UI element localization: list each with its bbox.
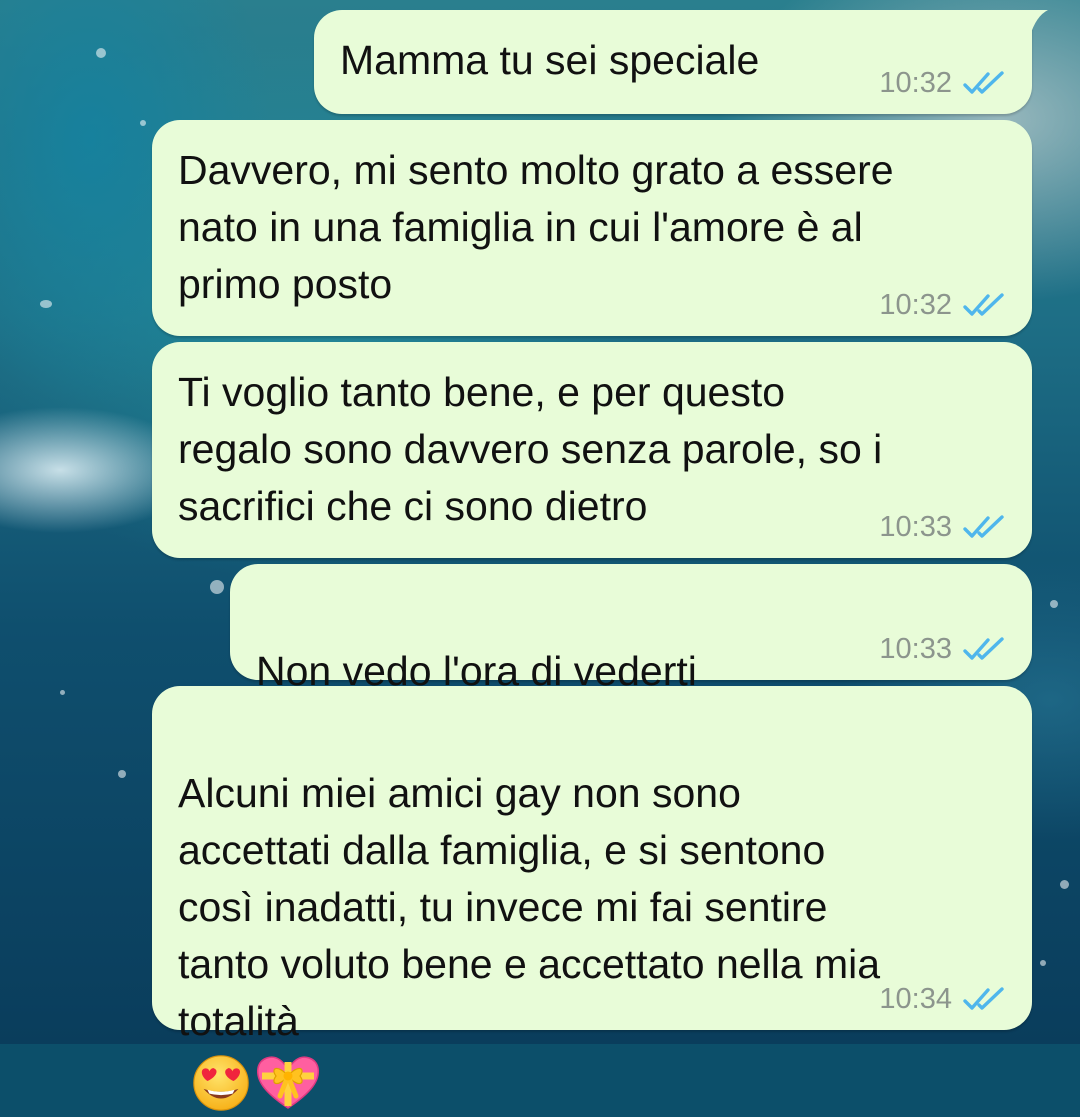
message-time: 10:32 [879, 289, 952, 321]
message-text: Alcuni miei amici gay non sono accettati… [178, 708, 880, 1117]
message-time: 10:33 [879, 633, 952, 665]
message-time: 10:33 [879, 511, 952, 543]
message-bubble-outgoing[interactable]: Mamma tu sei speciale 10:32 [314, 10, 1048, 114]
read-double-check-icon [963, 987, 1004, 1010]
read-double-check-icon [963, 637, 1004, 660]
message-text: Ti voglio tanto bene, e per questo regal… [178, 369, 883, 529]
bubble-tail [1014, 10, 1048, 36]
read-double-check-icon [963, 293, 1004, 316]
message-meta: 10:34 [879, 982, 1008, 1016]
message-bubble-outgoing[interactable]: Ti voglio tanto bene, e per questo regal… [152, 342, 1032, 558]
message-bubble-outgoing[interactable]: Non vedo l'ora di vederti 10:33 [230, 564, 1032, 757]
heart-with-ribbon-emoji-icon [256, 1056, 320, 1109]
message-bubble-outgoing[interactable]: Davvero, mi sento molto grato a essere n… [152, 120, 1032, 336]
message-text: Mamma tu sei speciale [340, 37, 760, 83]
message-time: 10:32 [879, 67, 952, 99]
message-meta: 10:33 [879, 510, 1008, 544]
message-meta: 10:32 [879, 66, 1008, 100]
message-bubble-outgoing[interactable]: Alcuni miei amici gay non sono accettati… [152, 686, 1032, 1111]
message-text-content: Alcuni miei amici gay non sono accettati… [178, 770, 881, 1044]
message-time: 10:34 [879, 983, 952, 1015]
smiling-face-with-heart-eyes-emoji-icon [193, 1055, 249, 1111]
message-meta: 10:33 [879, 632, 1008, 666]
read-double-check-icon [963, 71, 1004, 94]
message-meta: 10:32 [879, 288, 1008, 322]
message-text: Davvero, mi sento molto grato a essere n… [178, 147, 894, 307]
read-double-check-icon [963, 515, 1004, 538]
